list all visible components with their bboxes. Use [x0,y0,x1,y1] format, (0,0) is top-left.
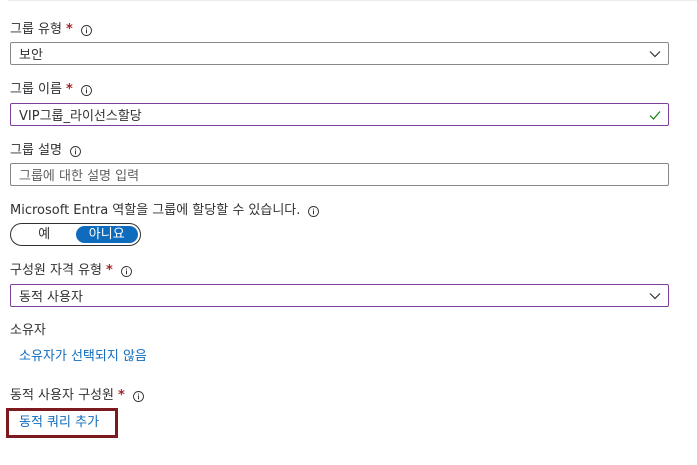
owners-label: 소유자 [10,322,46,340]
group-description-input[interactable]: 그룹에 대한 설명 입력 [10,163,669,186]
info-icon[interactable] [80,24,92,36]
group-type-value: 보안 [19,48,43,63]
top-divider [8,0,697,1]
owners-label-text: 소유자 [10,323,46,338]
membership-type-label-text: 구성원 자격 유형 [10,263,102,278]
required-marker: * [106,263,113,278]
chevron-down-icon [648,289,662,303]
add-dynamic-query-link[interactable]: 동적 쿼리 추가 [19,414,99,432]
group-description-label: 그룹 설명 [10,142,81,160]
group-type-label: 그룹 유형 * [10,21,92,39]
entra-roles-toggle[interactable]: 예 아니요 [10,223,141,246]
membership-type-dropdown[interactable]: 동적 사용자 [10,284,669,307]
group-name-label-text: 그룹 이름 [10,82,62,97]
toggle-option-yes[interactable]: 예 [13,226,76,243]
entra-roles-label-text: Microsoft Entra 역할을 그룹에 할당할 수 있습니다. [10,203,301,218]
group-name-value: VIP그룹_라이선스할당 [19,109,142,124]
required-marker: * [65,22,73,37]
group-description-label-text: 그룹 설명 [10,143,62,158]
info-icon[interactable] [132,390,144,402]
info-icon[interactable] [80,84,92,96]
info-icon[interactable] [120,265,132,277]
dynamic-members-label-text: 동적 사용자 구성원 [10,388,114,403]
info-icon[interactable] [308,205,320,217]
no-owners-selected-link[interactable]: 소유자가 선택되지 않음 [19,348,147,366]
group-type-label-text: 그룹 유형 [10,22,62,37]
checkmark-icon [648,108,662,122]
group-description-placeholder: 그룹에 대한 설명 입력 [19,169,140,184]
membership-type-label: 구성원 자격 유형 * [10,262,132,280]
dynamic-members-label: 동적 사용자 구성원 * [10,387,144,405]
info-icon[interactable] [70,145,81,157]
required-marker: * [65,82,73,97]
required-marker: * [117,388,125,403]
entra-roles-label: Microsoft Entra 역할을 그룹에 할당할 수 있습니다. [10,202,320,220]
group-name-input[interactable]: VIP그룹_라이선스할당 [10,103,669,126]
group-type-dropdown[interactable]: 보안 [10,42,669,65]
chevron-down-icon [648,47,662,61]
group-name-label: 그룹 이름 * [10,81,92,99]
membership-type-value: 동적 사용자 [19,290,83,305]
toggle-option-no[interactable]: 아니요 [75,226,138,243]
